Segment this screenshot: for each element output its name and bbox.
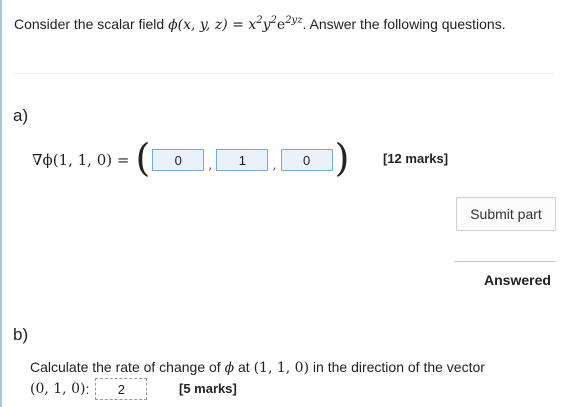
direction-vector: (0, 1, 0) <box>30 381 86 397</box>
answered-status: Answered <box>484 272 551 288</box>
submit-part-button[interactable]: Submit part <box>456 197 556 231</box>
open-paren: ( <box>135 136 151 180</box>
intro-text: Consider the scalar field <box>14 16 169 32</box>
gradient-formula: ∇ϕ(1, 1, 0) = ( 0 , 1 , 0 ) <box>32 136 350 180</box>
field-expression: ϕ(x, y, z) = x2y2e2yz <box>168 15 303 33</box>
answered-rule <box>454 261 556 262</box>
part-a-label: a) <box>13 106 29 125</box>
separator: , <box>272 157 277 173</box>
gradient-y-input[interactable]: 1 <box>216 149 269 171</box>
gradient-z-input[interactable]: 0 <box>280 149 333 171</box>
part-b-question: Calculate the rate of change of ϕ at (1,… <box>30 359 485 376</box>
rate-of-change-input[interactable]: 2 <box>95 378 148 400</box>
separator: , <box>208 157 213 173</box>
part-a-marks: [12 marks] <box>383 151 449 166</box>
gradient-answer-group: 0 , 1 , 0 <box>152 148 333 173</box>
question-intro: Consider the scalar field ϕ(x, y, z) = x… <box>14 10 534 36</box>
part-b-marks: [5 marks] <box>179 381 237 396</box>
intro-divider <box>14 73 555 74</box>
gradient-x-input[interactable]: 0 <box>152 149 205 171</box>
close-paren: ) <box>334 136 350 180</box>
left-accent-rule <box>0 0 2 407</box>
gradient-lhs: ∇ϕ(1, 1, 0) = <box>32 151 130 169</box>
part-b-label: b) <box>13 325 29 344</box>
part-b-answer-line: (0, 1, 0): 2 <box>30 378 148 400</box>
intro-suffix: . Answer the following questions. <box>302 16 506 32</box>
